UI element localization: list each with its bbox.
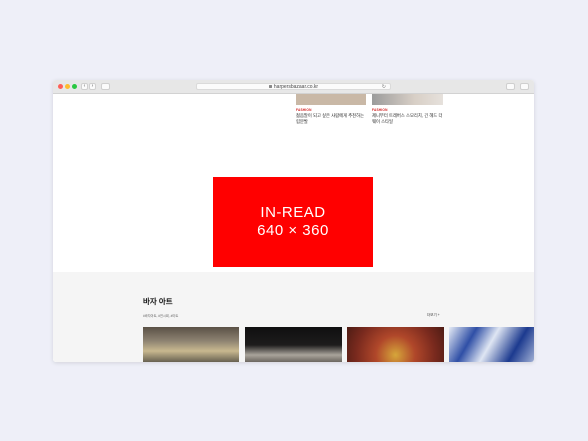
section-title: 바자 아트	[143, 297, 173, 306]
address-bar[interactable]: harpersbazaar.co.kr ↻	[196, 83, 391, 90]
tabs-overview-icon[interactable]	[520, 83, 529, 90]
art-thumbnail[interactable]	[143, 327, 239, 362]
browser-toolbar: ‹ › harpersbazaar.co.kr ↻	[53, 80, 534, 94]
forward-button[interactable]: ›	[89, 83, 96, 90]
lock-icon	[268, 85, 272, 89]
page-content: FASHION FASHION 젊음말이 되고 싶은 사람에게 추천하는 립분발…	[53, 94, 534, 362]
art-thumbnail[interactable]	[449, 327, 534, 362]
ad-label: IN-READ	[260, 204, 326, 221]
see-more-link[interactable]: 더보기 +	[427, 313, 440, 318]
article-image[interactable]	[372, 94, 443, 105]
back-button[interactable]: ‹	[81, 83, 88, 90]
ad-size: 640 × 360	[257, 222, 329, 239]
reload-icon[interactable]: ↻	[382, 84, 386, 90]
browser-window: ‹ › harpersbazaar.co.kr ↻ FASHION FASHIO…	[53, 80, 534, 362]
in-read-ad-placeholder[interactable]: IN-READ 640 × 360	[213, 177, 373, 267]
art-thumbnail[interactable]	[245, 327, 342, 362]
article-category: FASHION	[296, 108, 312, 112]
section-tags: #바자아트, #전시회, #아트	[143, 314, 179, 318]
article-headline[interactable]: 제니부터 트레버스 스모리치, 긴 헤드 더 웨이 스타일	[372, 113, 444, 125]
article-image[interactable]	[296, 94, 366, 105]
url-text: harpersbazaar.co.kr	[273, 84, 319, 90]
art-thumbnail[interactable]	[347, 327, 444, 362]
bazaar-art-section: 바자 아트 #바자아트, #전시회, #아트 더보기 +	[53, 272, 534, 362]
close-window-button[interactable]	[58, 84, 63, 89]
article-headline[interactable]: 젊음말이 되고 싶은 사람에게 추천하는 립분발	[296, 113, 368, 125]
article-category: FASHION	[372, 108, 388, 112]
sidebar-toggle-icon[interactable]	[101, 83, 110, 90]
zoom-window-button[interactable]	[72, 84, 77, 89]
minimize-window-button[interactable]	[65, 84, 70, 89]
share-icon[interactable]	[506, 83, 515, 90]
